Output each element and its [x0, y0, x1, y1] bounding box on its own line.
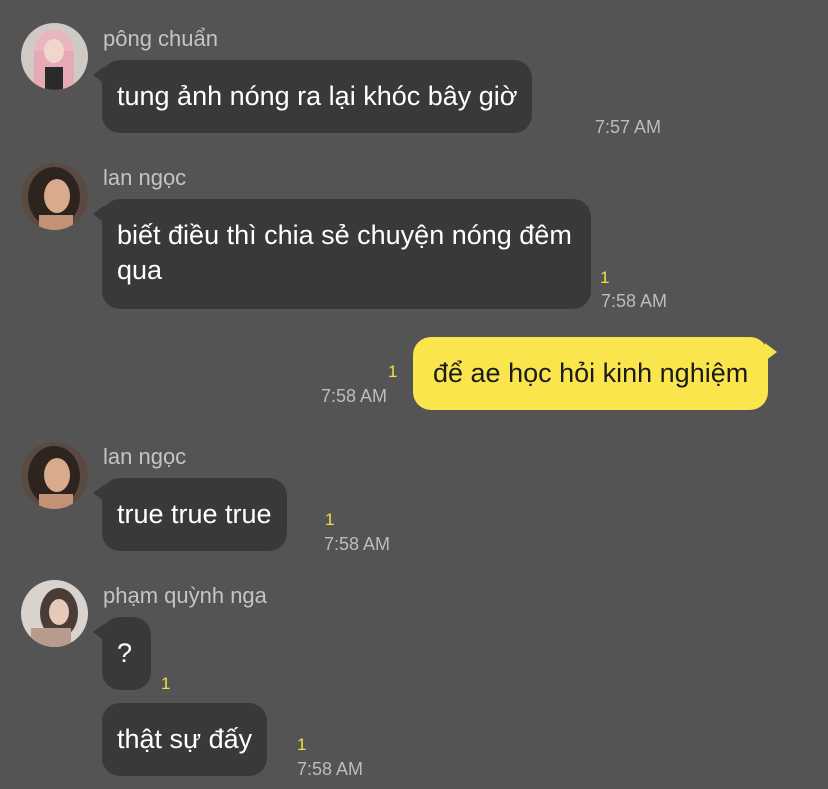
message-bubble[interactable]: ?	[93, 617, 151, 690]
chat-message-list[interactable]: pông chuẩn tung ảnh nóng ra lại khóc bây…	[0, 0, 828, 789]
unread-count: 1	[325, 510, 335, 529]
sender-name: lan ngọc	[103, 165, 187, 190]
message-bubble-outgoing[interactable]: để ae học hỏi kinh nghiệm	[413, 337, 778, 410]
message-text: true true true	[117, 499, 272, 529]
sender-name: phạm quỳnh nga	[103, 583, 267, 608]
message-bubble[interactable]: tung ảnh nóng ra lại khóc bây giờ	[92, 60, 533, 133]
message-text: biết điều thì chia sẻ chuyện nóng đêm qu…	[117, 220, 572, 285]
sender-name: pông chuẩn	[103, 26, 218, 51]
avatar[interactable]	[21, 442, 88, 509]
message-time: 7:58 AM	[324, 534, 391, 554]
unread-count: 1	[161, 674, 171, 693]
sender-name: lan ngọc	[103, 444, 187, 469]
unread-count: 1	[297, 735, 307, 754]
message-bubble[interactable]: biết điều thì chia sẻ chuyện nóng đêm qu…	[93, 199, 591, 309]
unread-count: 1	[388, 362, 398, 381]
message-text: tung ảnh nóng ra lại khóc bây giờ	[117, 81, 518, 111]
avatar-pink-hair-icon	[21, 23, 88, 90]
message-text: ?	[117, 638, 133, 668]
message-time: 7:57 AM	[595, 117, 662, 137]
avatar-dark-hair-icon	[21, 163, 88, 230]
message-text: để ae học hỏi kinh nghiệm	[433, 358, 749, 388]
avatar[interactable]	[21, 23, 88, 90]
avatar-dark-hair-icon	[21, 442, 88, 509]
unread-count: 1	[600, 268, 610, 287]
message-bubble[interactable]: true true true	[93, 478, 287, 551]
message-time: 7:58 AM	[297, 759, 364, 779]
message-time: 7:58 AM	[321, 386, 388, 406]
message-text: thật sự đấy	[117, 724, 253, 754]
message-time: 7:58 AM	[601, 291, 668, 311]
message-bubble[interactable]: thật sự đấy	[102, 703, 268, 776]
avatar[interactable]	[21, 580, 88, 647]
avatar[interactable]	[21, 163, 88, 230]
avatar-light-photo-icon	[21, 580, 88, 647]
